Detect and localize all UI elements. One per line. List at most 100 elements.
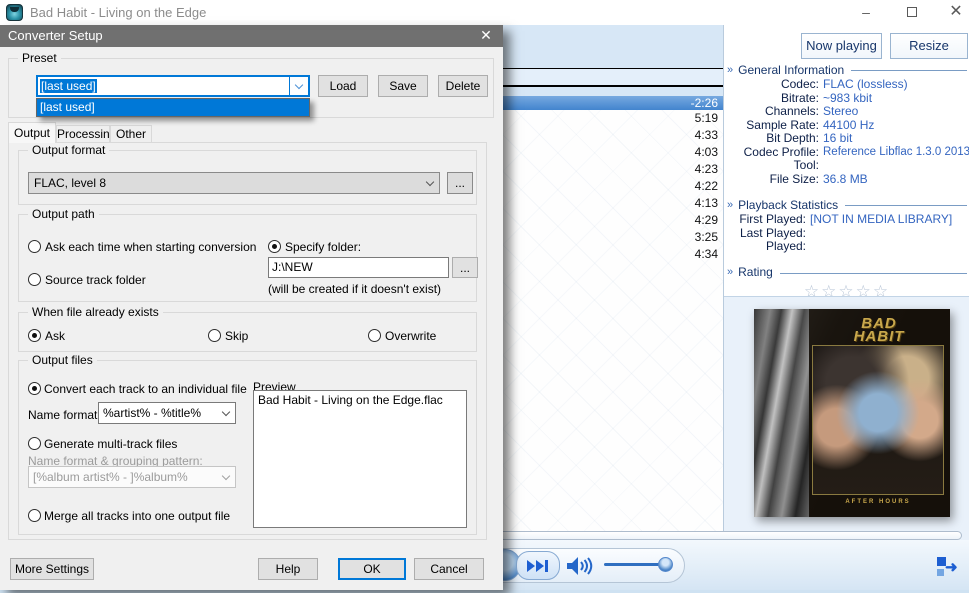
delete-button[interactable]: Delete: [438, 75, 488, 97]
more-settings-button[interactable]: More Settings: [10, 558, 94, 580]
radio-specify-folder-label[interactable]: Specify folder:: [285, 240, 361, 254]
radio-source-track-folder[interactable]: [28, 273, 41, 286]
ok-button[interactable]: OK: [338, 558, 406, 580]
preset-combobox[interactable]: [last used]: [36, 75, 310, 97]
radio-multitrack-label[interactable]: Generate multi-track files: [44, 437, 177, 451]
section-collapse-icon: »: [727, 266, 733, 278]
playlist-rows: 5:19 4:33 4:03 4:23 4:22 4:13 4:29 3:25 …: [503, 110, 723, 263]
output-format-combobox[interactable]: FLAC, level 8: [28, 172, 440, 194]
info-row: Played:: [724, 240, 969, 254]
name-format-dropdown-button[interactable]: [216, 403, 235, 423]
layout-mini-mode-icon[interactable]: ➜: [936, 556, 964, 580]
playlist-row[interactable]: 4:23: [503, 161, 723, 178]
radio-exists-ask[interactable]: [28, 329, 41, 342]
radio-merge-all[interactable]: [28, 509, 41, 522]
section-general-information[interactable]: » General Information: [727, 62, 967, 77]
playlist-row[interactable]: 4:34: [503, 246, 723, 263]
playlist-row[interactable]: 3:25: [503, 229, 723, 246]
info-label: Codec Profile:: [724, 146, 819, 160]
volume-speaker-icon[interactable]: [566, 556, 593, 579]
help-button[interactable]: Help: [258, 558, 318, 580]
section-rating[interactable]: » Rating: [727, 265, 967, 280]
resize-button[interactable]: Resize: [890, 33, 968, 59]
info-value: 36.8 MB: [819, 173, 868, 187]
load-button[interactable]: Load: [318, 75, 368, 97]
radio-exists-ask-label[interactable]: Ask: [45, 329, 65, 343]
preset-dropdown-item[interactable]: [last used]: [37, 99, 309, 116]
info-row: First Played:[NOT IN MEDIA LIBRARY]: [724, 213, 969, 227]
output-format-dropdown-button[interactable]: [420, 173, 439, 193]
playlist-row[interactable]: 4:22: [503, 178, 723, 195]
next-track-button[interactable]: [516, 551, 560, 580]
info-value: [806, 227, 810, 241]
radio-ask-each-time-label[interactable]: Ask each time when starting conversion: [45, 240, 256, 254]
playlist-row[interactable]: 5:19: [503, 110, 723, 127]
radio-source-track-folder-label[interactable]: Source track folder: [45, 273, 146, 287]
chevron-down-icon: [295, 80, 303, 88]
output-format-browse-button[interactable]: ...: [447, 172, 473, 194]
radio-multitrack[interactable]: [28, 437, 41, 450]
info-row: Codec Profile:Reference Libflac 1.3.0 20…: [724, 146, 969, 160]
info-value: Reference Libflac 1.3.0 20130526: [819, 146, 969, 160]
name-format-combobox[interactable]: %artist% - %title%: [98, 402, 236, 424]
radio-individual-file-label[interactable]: Convert each track to an individual file: [44, 382, 247, 396]
preview-box: Bad Habit - Living on the Edge.flac: [253, 390, 467, 528]
volume-slider-knob[interactable]: [658, 557, 673, 572]
radio-ask-each-time[interactable]: [28, 240, 41, 253]
name-format-label: Name format:: [28, 408, 101, 422]
name-format-value: %artist% - %title%: [103, 406, 201, 420]
section-collapse-icon: »: [727, 199, 733, 211]
album-art-band-photo: [812, 345, 944, 495]
mini-mode-arrow: ➜: [945, 558, 958, 576]
playlist-row[interactable]: 4:03: [503, 144, 723, 161]
chevron-down-icon: [221, 471, 229, 479]
info-row: Channels:Stereo: [724, 105, 969, 119]
tab-processing[interactable]: Processing: [56, 125, 110, 143]
info-row: Codec:FLAC (lossless): [724, 78, 969, 92]
output-path-label: Output path: [28, 207, 99, 221]
tab-other[interactable]: Other: [110, 125, 152, 143]
section-playback-statistics[interactable]: » Playback Statistics: [727, 197, 967, 212]
folder-path-input[interactable]: J:\NEW: [268, 257, 449, 278]
radio-exists-overwrite[interactable]: [368, 329, 381, 342]
playlist-panel[interactable]: -2:26 5:19 4:33 4:03 4:23 4:22 4:13 4:29…: [503, 25, 723, 540]
playlist-row[interactable]: 4:13: [503, 195, 723, 212]
radio-merge-all-label[interactable]: Merge all tracks into one output file: [44, 509, 230, 523]
album-art[interactable]: BAD HABIT AFTER HOURS: [754, 309, 950, 517]
info-value: FLAC (lossless): [819, 78, 908, 92]
info-label: File Size:: [724, 173, 819, 187]
preset-dropdown-button[interactable]: [289, 77, 308, 95]
album-art-panel: BAD HABIT AFTER HOURS: [724, 296, 969, 540]
playlist-row[interactable]: 4:33: [503, 127, 723, 144]
radio-individual-file[interactable]: [28, 382, 41, 395]
info-panel: Now playing Resize » General Information…: [723, 25, 969, 540]
radio-exists-skip[interactable]: [208, 329, 221, 342]
playlist-row-selected[interactable]: -2:26: [503, 96, 723, 110]
radio-exists-overwrite-label[interactable]: Overwrite: [385, 329, 436, 343]
radio-specify-folder[interactable]: [268, 240, 281, 253]
minimize-button[interactable]: –: [852, 0, 880, 24]
album-art-logo-line: HABIT: [814, 330, 944, 343]
grouping-dropdown-button: [216, 467, 235, 487]
save-button[interactable]: Save: [378, 75, 428, 97]
maximize-button[interactable]: [898, 0, 926, 24]
folder-browse-button[interactable]: ...: [452, 257, 478, 278]
now-playing-button[interactable]: Now playing: [801, 33, 882, 59]
album-art-caption: AFTER HOURS: [812, 499, 944, 505]
info-value: [NOT IN MEDIA LIBRARY]: [806, 213, 952, 227]
radio-exists-skip-label[interactable]: Skip: [225, 329, 248, 343]
playlist-subheader: [503, 87, 723, 96]
info-value: ~983 kbit: [819, 92, 872, 106]
tab-output[interactable]: Output: [8, 122, 56, 143]
close-button[interactable]: ✕: [942, 0, 969, 24]
next-track-icon: [526, 560, 550, 572]
grouping-pattern-combobox: [%album artist% - ]%album%: [28, 466, 236, 488]
playlist-row[interactable]: 4:29: [503, 212, 723, 229]
dialog-close-button[interactable]: ✕: [476, 27, 496, 45]
dialog-titlebar[interactable]: Converter Setup ✕: [0, 25, 503, 47]
info-value: Stereo: [819, 105, 858, 119]
info-label: Played:: [724, 240, 806, 254]
info-value: 16 bit: [819, 132, 852, 146]
cancel-button[interactable]: Cancel: [414, 558, 484, 580]
mini-mode-square: [937, 569, 944, 576]
